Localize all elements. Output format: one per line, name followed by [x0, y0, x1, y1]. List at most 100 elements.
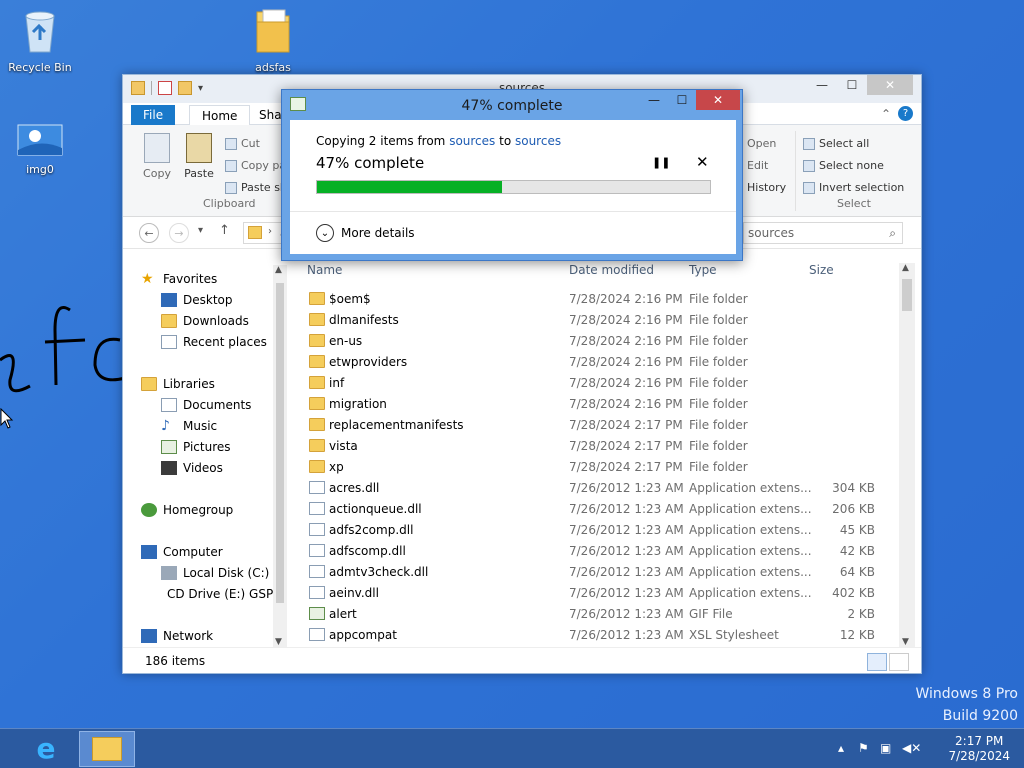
- column-header-name[interactable]: Name: [307, 263, 342, 281]
- file-icon: [309, 523, 325, 536]
- nav-downloads[interactable]: Downloads: [161, 311, 249, 331]
- scroll-up-icon[interactable]: ▲: [275, 265, 282, 275]
- table-row[interactable]: adfscomp.dll 7/26/2012 1:23 AM Application…: [299, 541, 899, 562]
- dialog-minimize-button[interactable]: —: [640, 90, 668, 110]
- edit-button[interactable]: Edit: [747, 159, 768, 172]
- details-view-button[interactable]: [867, 653, 887, 671]
- table-row[interactable]: actionqueue.dll 7/26/2012 1:23 AM Applicat…: [299, 499, 899, 520]
- tab-home[interactable]: Home: [189, 105, 251, 126]
- nav-music[interactable]: ♪ Music: [161, 416, 217, 436]
- file-list-scrollbar-thumb[interactable]: [902, 279, 912, 311]
- scroll-up-icon[interactable]: ▲: [902, 263, 909, 273]
- ribbon-collapse-icon[interactable]: ⌃: [881, 107, 891, 121]
- table-row[interactable]: dlmanifests 7/28/2024 2:16 PM File folder: [299, 310, 899, 331]
- maximize-button[interactable]: ☐: [837, 75, 867, 95]
- column-header-date[interactable]: Date modified: [569, 263, 654, 281]
- nav-libraries[interactable]: Libraries: [141, 374, 215, 394]
- nav-computer[interactable]: Computer: [141, 542, 223, 562]
- minimize-button[interactable]: —: [807, 75, 837, 95]
- copy-progress-dialog[interactable]: 47% complete — ☐ ✕ Copying 2 items from …: [281, 89, 743, 261]
- nav-homegroup[interactable]: Homegroup: [141, 500, 233, 520]
- table-row[interactable]: alert 7/26/2012 1:23 AM GIF File 2 KB: [299, 604, 899, 625]
- cut-button[interactable]: Cut: [225, 137, 260, 150]
- nav-network[interactable]: Network: [141, 626, 213, 646]
- table-row[interactable]: vista 7/28/2024 2:17 PM File folder: [299, 436, 899, 457]
- network-tray-icon[interactable]: ▣: [880, 741, 891, 755]
- table-row[interactable]: migration 7/28/2024 2:16 PM File folder: [299, 394, 899, 415]
- table-row[interactable]: etwproviders 7/28/2024 2:16 PM File folder: [299, 352, 899, 373]
- dialog-titlebar[interactable]: 47% complete — ☐ ✕: [282, 90, 742, 120]
- nav-local-disk[interactable]: Local Disk (C:): [161, 563, 269, 583]
- nav-label: Computer: [163, 545, 223, 559]
- table-row[interactable]: aeinv.dll 7/26/2012 1:23 AM Application ex…: [299, 583, 899, 604]
- nav-recent[interactable]: Recent places: [161, 332, 267, 352]
- taskbar-internet-explorer[interactable]: e: [18, 731, 74, 767]
- table-row[interactable]: inf 7/28/2024 2:16 PM File folder: [299, 373, 899, 394]
- help-icon[interactable]: ?: [898, 106, 913, 121]
- history-button[interactable]: History: [747, 181, 786, 194]
- clock[interactable]: 2:17 PM 7/28/2024: [948, 734, 1010, 764]
- nav-pictures[interactable]: Pictures: [161, 437, 231, 457]
- nav-label: Favorites: [163, 272, 218, 286]
- nav-desktop[interactable]: Desktop: [161, 290, 233, 310]
- close-button[interactable]: ✕: [867, 75, 913, 95]
- table-row[interactable]: xp 7/28/2024 2:17 PM File folder: [299, 457, 899, 478]
- up-button[interactable]: ↑: [219, 223, 230, 238]
- folder-icon: [256, 9, 290, 53]
- paste-shortcut-button[interactable]: Paste sh: [225, 181, 287, 194]
- column-header-type[interactable]: Type: [689, 263, 717, 281]
- invert-selection-button[interactable]: Invert selection: [803, 181, 904, 194]
- copy-path-label: Copy pa: [241, 159, 287, 172]
- more-details-button[interactable]: ⌄ More details: [316, 224, 415, 242]
- file-list-scrollbar[interactable]: ▲ ▼: [899, 263, 915, 647]
- dialog-close-button[interactable]: ✕: [696, 90, 740, 110]
- file-type: File folder: [689, 334, 748, 348]
- desktop-icon-img0[interactable]: img0: [0, 124, 80, 176]
- nav-label: Network: [163, 629, 214, 643]
- copy-button[interactable]: Copy: [137, 133, 177, 180]
- table-row[interactable]: en-us 7/28/2024 2:16 PM File folder: [299, 331, 899, 352]
- large-icons-view-button[interactable]: [889, 653, 909, 671]
- table-row[interactable]: replacementmanifests 7/28/2024 2:17 PM Fil…: [299, 415, 899, 436]
- source-link[interactable]: sources: [449, 134, 495, 148]
- taskbar-file-explorer[interactable]: [79, 731, 135, 767]
- nav-scrollbar[interactable]: ▲ ▼: [273, 265, 287, 647]
- nav-scrollbar-thumb[interactable]: [276, 283, 284, 603]
- select-none-button[interactable]: Select none: [803, 159, 884, 172]
- recent-locations-icon[interactable]: ▾: [198, 225, 203, 236]
- volume-muted-icon[interactable]: ◀✕: [902, 741, 921, 755]
- table-row[interactable]: appcompat 7/26/2012 1:23 AM XSL Stylesheet…: [299, 625, 899, 646]
- scroll-down-icon[interactable]: ▼: [275, 637, 282, 647]
- dialog-maximize-button[interactable]: ☐: [668, 90, 696, 110]
- column-header-size[interactable]: Size: [809, 263, 834, 281]
- paste-button[interactable]: Paste: [179, 133, 219, 180]
- scroll-down-icon[interactable]: ▼: [902, 637, 909, 647]
- back-button[interactable]: ←: [139, 223, 159, 243]
- show-hidden-icons-icon[interactable]: ▴: [838, 741, 844, 755]
- table-row[interactable]: acres.dll 7/26/2012 1:23 AM Application ex…: [299, 478, 899, 499]
- file-name: replacementmanifests: [329, 418, 464, 432]
- open-button[interactable]: Open: [747, 137, 776, 150]
- breadcrumb-chevron-icon[interactable]: ›: [268, 226, 272, 237]
- destination-link[interactable]: sources: [515, 134, 561, 148]
- action-center-flag-icon[interactable]: ⚑: [858, 741, 869, 755]
- tab-file[interactable]: File: [131, 105, 176, 125]
- table-row[interactable]: adfs2comp.dll 7/26/2012 1:23 AM Applicatio…: [299, 520, 899, 541]
- folder-icon: [309, 397, 325, 410]
- pause-button[interactable]: ❚❚: [652, 156, 670, 169]
- table-row[interactable]: $oem$ 7/28/2024 2:16 PM File folder: [299, 289, 899, 310]
- forward-button[interactable]: →: [169, 223, 189, 243]
- table-row[interactable]: admtv3check.dll 7/26/2012 1:23 AM Applicat…: [299, 562, 899, 583]
- nav-cd-drive[interactable]: CD Drive (E:) GSP: [161, 584, 273, 604]
- cancel-copy-button[interactable]: ✕: [696, 153, 709, 171]
- item-count: 186 items: [145, 654, 206, 668]
- search-input[interactable]: sources ⌕: [743, 222, 903, 244]
- desktop-icon-recycle-bin[interactable]: Recycle Bin: [0, 6, 80, 74]
- desktop-icon-adsfas[interactable]: adsfas: [233, 6, 313, 74]
- copy-path-button[interactable]: Copy pa: [225, 159, 286, 172]
- nav-videos[interactable]: Videos: [161, 458, 223, 478]
- nav-favorites[interactable]: ★ Favorites: [141, 269, 217, 289]
- file-name: appcompat: [329, 628, 397, 642]
- nav-documents[interactable]: Documents: [161, 395, 251, 415]
- select-all-button[interactable]: Select all: [803, 137, 869, 150]
